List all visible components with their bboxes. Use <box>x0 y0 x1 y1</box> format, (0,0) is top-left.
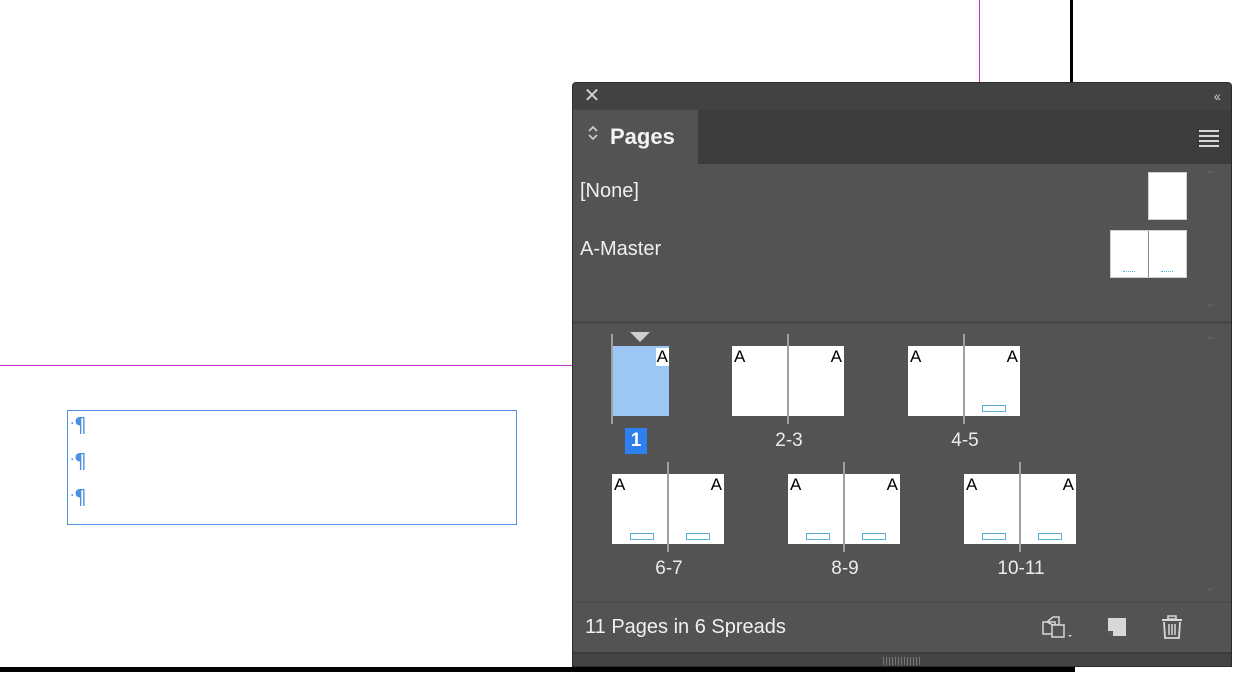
grip-lines <box>883 657 921 665</box>
page-number-marker <box>1038 533 1062 540</box>
spread-spine <box>963 334 965 424</box>
page-number-marker <box>862 533 886 540</box>
spread-2-3[interactable]: A A 2-3 <box>732 334 846 456</box>
current-page-marker-icon <box>630 332 650 342</box>
new-page-icon[interactable] <box>1104 614 1130 640</box>
master-letter: A <box>1062 475 1074 494</box>
panel-tab-strip: Pages <box>573 110 1231 164</box>
tab-expand-icon[interactable] <box>587 123 599 151</box>
master-none-label: [None] <box>580 180 639 202</box>
spread-1[interactable]: A 1 <box>611 332 671 456</box>
spread-label: 1 <box>625 428 647 454</box>
a-master-label: A-Master <box>580 238 662 260</box>
page-number-marker <box>686 533 710 540</box>
pages-status-text: 11 Pages in 6 Spreads <box>585 616 786 638</box>
master-letter: A <box>734 347 746 366</box>
spread-10-11[interactable]: A A 10-11 <box>964 462 1078 584</box>
panel-title-bar[interactable]: ✕ ‹‹ <box>573 83 1231 111</box>
spread-spine <box>787 334 789 424</box>
page-size-icon[interactable] <box>1041 614 1072 640</box>
page-thumbnail-7[interactable]: A <box>668 474 724 544</box>
master-item-none[interactable]: [None] <box>573 164 1213 220</box>
spread-label: 4-5 <box>951 430 979 451</box>
spread-spine <box>667 462 669 552</box>
master-letter: A <box>655 347 669 366</box>
masters-section: [None] A-Master ⌃ ⌄ <box>573 164 1231 321</box>
spread-label: 6-7 <box>655 558 683 579</box>
spread-spine <box>1019 462 1021 552</box>
collapse-icon[interactable]: ‹‹ <box>1214 87 1221 105</box>
page-thumbnail-8[interactable]: A <box>788 474 844 544</box>
close-icon[interactable]: ✕ <box>583 86 601 106</box>
page-thumbnail-11[interactable]: A <box>1020 474 1076 544</box>
pages-scroll-down-icon[interactable]: ⌄ <box>1205 580 1215 594</box>
page-thumbnail-1[interactable]: A <box>613 346 669 416</box>
page-thumbnail-3[interactable]: A <box>788 346 844 416</box>
panel-menu-icon[interactable] <box>1199 130 1219 147</box>
masters-scroll-down-icon[interactable]: ⌄ <box>1205 296 1215 310</box>
trash-icon[interactable] <box>1159 614 1185 640</box>
master-none-thumbnail[interactable] <box>1148 172 1187 220</box>
pages-section: A 1 A A 2-3 A A 4-5 A A 6-7 A A 8-9 A A … <box>573 324 1231 602</box>
master-letter: A <box>966 475 978 494</box>
page-thumbnail-10[interactable]: A <box>964 474 1020 544</box>
horizontal-guide[interactable] <box>0 365 572 366</box>
master-letter: A <box>790 475 802 494</box>
spread-label: 10-11 <box>997 558 1045 579</box>
page-edge-bottom <box>0 667 1075 672</box>
master-item-a-master[interactable]: A-Master <box>573 226 1213 282</box>
page-number-marker <box>806 533 830 540</box>
tab-label: Pages <box>610 124 675 149</box>
page-thumbnail-5[interactable]: A <box>964 346 1020 416</box>
paragraph-mark: ¶ <box>70 414 87 435</box>
spread-label: 8-9 <box>831 558 859 579</box>
master-letter: A <box>910 347 922 366</box>
page-number-marker <box>630 533 654 540</box>
master-letter: A <box>614 475 626 494</box>
page-edge-right <box>1070 0 1073 82</box>
spread-6-7[interactable]: A A 6-7 <box>612 462 726 584</box>
resize-grip[interactable] <box>573 652 1231 666</box>
paragraph-mark: ¶ <box>70 450 87 471</box>
vertical-guide[interactable] <box>979 0 980 82</box>
masters-scroll-up-icon[interactable]: ⌃ <box>1205 168 1215 182</box>
a-master-thumbnail[interactable] <box>1110 230 1187 278</box>
text-frame[interactable]: ¶ ¶ ¶ <box>67 410 517 525</box>
master-letter: A <box>886 475 898 494</box>
page-thumbnail-9[interactable]: A <box>844 474 900 544</box>
spread-4-5[interactable]: A A 4-5 <box>908 334 1022 456</box>
panel-footer: 11 Pages in 6 Spreads <box>573 602 1231 653</box>
paragraph-mark: ¶ <box>70 486 87 507</box>
pages-panel: ✕ ‹‹ Pages [None] A-Master ⌃ ⌄ A 1 A A 2… <box>572 82 1232 667</box>
pages-scroll-up-icon[interactable]: ⌃ <box>1205 334 1215 348</box>
page-number-marker <box>982 533 1006 540</box>
tab-pages[interactable]: Pages <box>573 110 698 164</box>
master-letter: A <box>710 475 722 494</box>
spread-8-9[interactable]: A A 8-9 <box>788 462 902 584</box>
spread-spine <box>843 462 845 552</box>
page-thumbnail-2[interactable]: A <box>732 346 788 416</box>
master-letter: A <box>1006 347 1018 366</box>
page-thumbnail-4[interactable]: A <box>908 346 964 416</box>
master-letter: A <box>830 347 842 366</box>
page-thumbnail-6[interactable]: A <box>612 474 668 544</box>
spread-label: 2-3 <box>775 430 803 451</box>
page-number-marker <box>982 405 1006 412</box>
